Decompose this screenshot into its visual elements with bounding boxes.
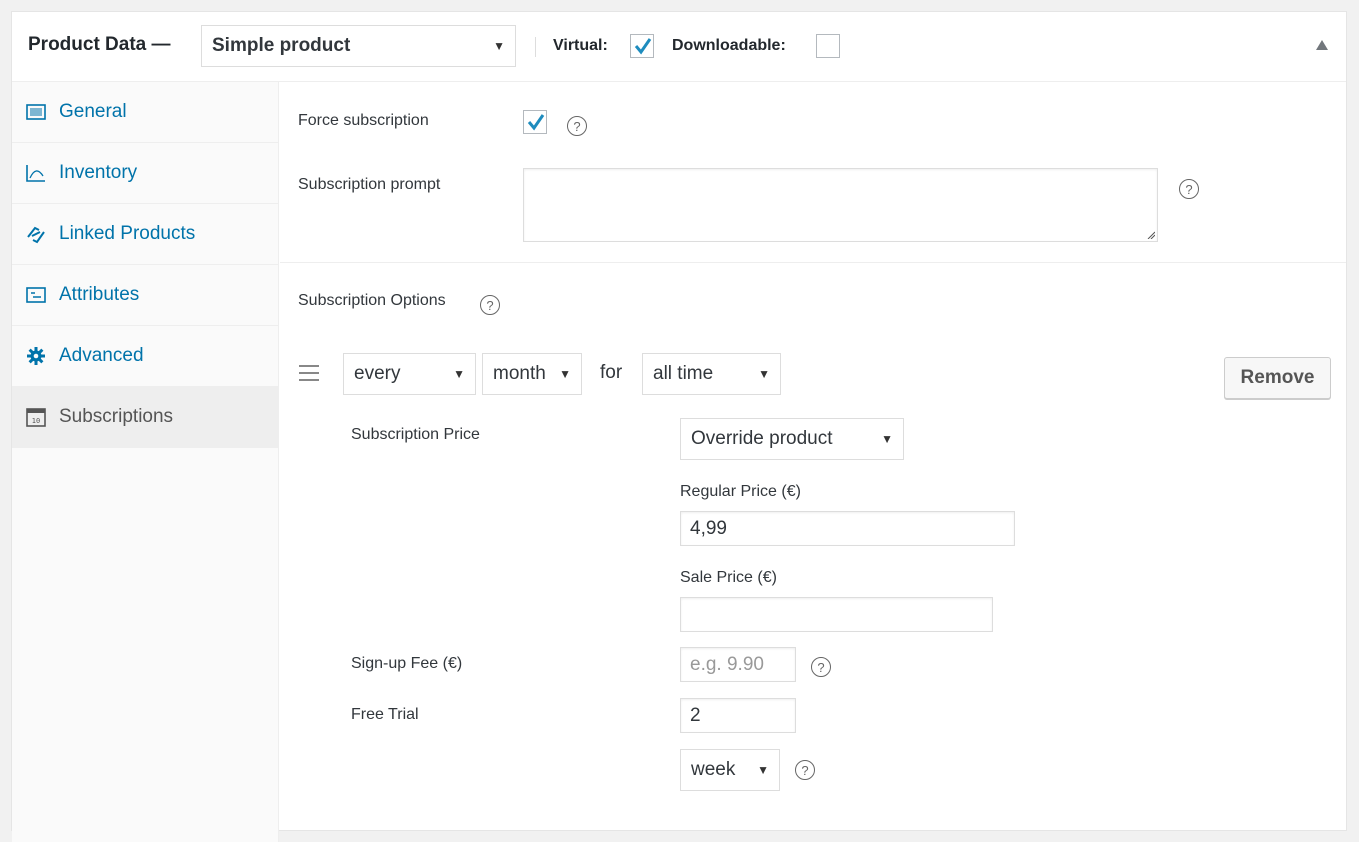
- downloadable-label: Downloadable:: [672, 37, 786, 54]
- section-divider: [280, 262, 1346, 263]
- free-trial-input[interactable]: 2: [680, 698, 796, 733]
- tab-attributes[interactable]: Attributes: [12, 265, 278, 326]
- help-icon[interactable]: ?: [1179, 179, 1199, 199]
- period-value: month: [493, 363, 546, 384]
- drag-handle-icon[interactable]: [299, 365, 319, 386]
- chevron-down-icon: ▼: [453, 367, 465, 381]
- remove-button[interactable]: Remove: [1224, 357, 1331, 399]
- subscription-options-label: Subscription Options: [298, 292, 446, 309]
- chevron-down-icon: ▼: [757, 763, 769, 777]
- chevron-down-icon: ▼: [758, 367, 770, 381]
- tab-label: Subscriptions: [59, 406, 174, 427]
- length-value: all time: [653, 363, 714, 384]
- tab-subscriptions[interactable]: 10 Subscriptions: [12, 387, 278, 448]
- panel-header: Product Data — Simple product ▼ Virtual:…: [12, 12, 1346, 82]
- help-icon[interactable]: ?: [811, 657, 831, 677]
- inventory-chart-icon: [26, 165, 45, 182]
- tab-label: Attributes: [59, 284, 140, 305]
- subscription-price-select[interactable]: Override product ▼: [680, 418, 904, 460]
- chevron-down-icon: ▼: [559, 367, 571, 381]
- gear-icon: [27, 347, 45, 365]
- for-label: for: [600, 362, 623, 383]
- virtual-checkbox[interactable]: [630, 34, 654, 58]
- barcode-icon: [26, 104, 46, 120]
- resize-handle-icon[interactable]: [1147, 231, 1155, 239]
- chevron-down-icon: ▼: [493, 39, 505, 53]
- tab-advanced[interactable]: Advanced: [12, 326, 278, 387]
- subscriptions-panel: Force subscription ? Subscription prompt…: [280, 82, 1346, 842]
- product-type-select[interactable]: Simple product ▼: [201, 25, 516, 67]
- regular-price-input[interactable]: 4,99: [680, 511, 1015, 546]
- tab-label: General: [59, 101, 127, 122]
- virtual-label: Virtual:: [553, 37, 608, 54]
- tab-inventory[interactable]: Inventory: [12, 143, 278, 204]
- tab-general[interactable]: General: [12, 82, 278, 143]
- chevron-down-icon: ▼: [881, 432, 893, 446]
- header-divider: [535, 37, 536, 57]
- help-icon[interactable]: ?: [567, 116, 587, 136]
- downloadable-checkbox[interactable]: [816, 34, 840, 58]
- tab-label: Inventory: [59, 162, 138, 183]
- interval-value: every: [354, 363, 401, 384]
- checkmark-icon: [634, 38, 652, 55]
- free-trial-period-value: week: [691, 759, 736, 780]
- subscription-price-value: Override product: [691, 428, 833, 449]
- interval-select[interactable]: every ▼: [343, 353, 476, 395]
- product-data-panel: Product Data — Simple product ▼ Virtual:…: [11, 11, 1347, 842]
- attributes-icon: [26, 287, 46, 303]
- product-data-tabs: General Inventory Linked Products Attrib…: [12, 82, 279, 842]
- calendar-icon: 10: [26, 408, 46, 427]
- link-icon: [27, 226, 45, 244]
- regular-price-label: Regular Price (€): [680, 483, 801, 500]
- triangle-up-icon[interactable]: [1316, 40, 1328, 50]
- length-select[interactable]: all time ▼: [642, 353, 781, 395]
- subscription-prompt-label: Subscription prompt: [298, 176, 441, 193]
- signup-fee-input[interactable]: e.g. 9.90: [680, 647, 796, 682]
- free-trial-label: Free Trial: [351, 706, 419, 723]
- force-subscription-checkbox[interactable]: [523, 110, 547, 134]
- panel-title: Product Data —: [28, 34, 171, 55]
- free-trial-period-select[interactable]: week ▼: [680, 749, 780, 791]
- force-subscription-label: Force subscription: [298, 112, 429, 129]
- tab-label: Advanced: [59, 345, 144, 366]
- tab-label: Linked Products: [59, 223, 196, 244]
- period-select[interactable]: month ▼: [482, 353, 582, 395]
- product-type-value: Simple product: [212, 35, 351, 56]
- svg-text:10: 10: [32, 417, 40, 425]
- subscription-prompt-textarea[interactable]: [523, 168, 1158, 242]
- subscription-price-label: Subscription Price: [351, 426, 480, 443]
- tab-linked-products[interactable]: Linked Products: [12, 204, 278, 265]
- sale-price-input[interactable]: [680, 597, 993, 632]
- help-icon[interactable]: ?: [480, 295, 500, 315]
- signup-fee-label: Sign-up Fee (€): [351, 655, 463, 672]
- help-icon[interactable]: ?: [795, 760, 815, 780]
- sale-price-label: Sale Price (€): [680, 569, 777, 586]
- checkmark-icon: [527, 114, 545, 131]
